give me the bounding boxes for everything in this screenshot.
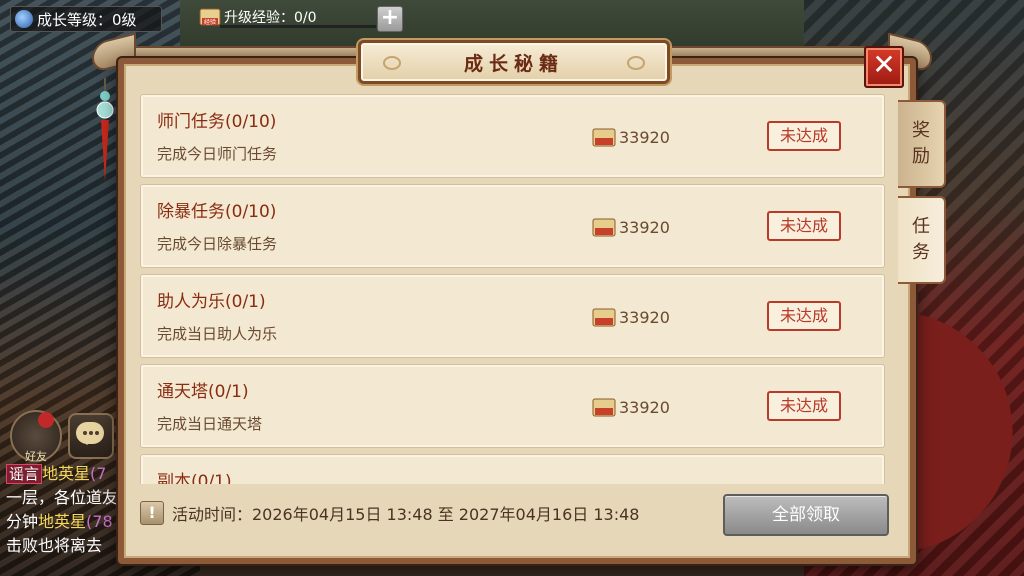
chat-log[interactable]: 谣言 地英星(7 一层，各位道友 分钟地英星(78 击败也将离去 xyxy=(6,462,126,558)
exp-amount: 33920 xyxy=(619,307,670,327)
chat-line: 击败也将离去 xyxy=(6,536,103,555)
close-button[interactable]: ✕ xyxy=(864,46,904,88)
exp-scroll-icon: 经验 xyxy=(199,8,221,26)
chat-line: 一层，各位道友 xyxy=(6,488,119,507)
growth-level-display: 成长等级：0级 xyxy=(10,6,162,32)
status-not-achieved-badge: 未达成 xyxy=(767,211,841,241)
status-not-achieved-badge: 未达成 xyxy=(767,391,841,421)
activity-time-label: 活动时间：2026年04月15日 13:48 至 2027年04月16日 13:… xyxy=(172,505,640,524)
chat-line: 谣言 地英星(7 xyxy=(6,462,126,486)
tab-tasks-char: 务 xyxy=(912,242,930,263)
task-exp-reward: 33920 xyxy=(591,215,670,239)
task-name: 通天塔(0/1) xyxy=(157,382,249,402)
exp-amount: 33920 xyxy=(619,127,670,147)
task-name: 助人为乐(0/1) xyxy=(157,292,266,312)
task-row: 助人为乐(0/1) 完成当日助人为乐 33920 未达成 xyxy=(140,274,885,358)
dialog-title-text: 成长秘籍 xyxy=(463,52,564,75)
dialog-title: 成长秘籍 xyxy=(358,40,670,84)
task-exp-reward: 33920 xyxy=(591,125,670,149)
exp-scroll-icon xyxy=(592,128,616,147)
task-row: 除暴任务(0/10) 完成今日除暴任务 33920 未达成 xyxy=(140,184,885,268)
task-description: 完成当日助人为乐 xyxy=(157,325,278,343)
upgrade-exp-label: 升级经验：0/0 xyxy=(224,10,317,26)
task-name: 师门任务(0/10) xyxy=(157,112,277,132)
task-list[interactable]: 师门任务(0/10) 完成今日师门任务 33920 未达成 除暴任务(0/10)… xyxy=(140,94,885,484)
status-not-achieved-badge: 未达成 xyxy=(767,301,841,331)
friends-button[interactable]: 好友 xyxy=(10,410,62,463)
task-description: 完成今日除暴任务 xyxy=(157,235,278,253)
tab-tasks-char: 任 xyxy=(912,216,930,237)
activity-time-info: ! 活动时间：2026年04月15日 13:48 至 2027年04月16日 1… xyxy=(140,501,639,525)
task-description: 完成当日通天塔 xyxy=(157,415,263,433)
exp-scroll-icon xyxy=(592,218,616,237)
chat-extra: (7 xyxy=(90,464,107,483)
jade-pendant-ornament xyxy=(96,78,114,182)
chat-text: 分钟 xyxy=(6,512,39,531)
cloud-ornament-icon xyxy=(627,56,645,70)
task-description: 完成今日师门任务 xyxy=(157,145,278,163)
tab-rewards-char: 奖 xyxy=(912,120,930,141)
chat-extra: (78 xyxy=(86,512,113,531)
chat-speaker: 地英星 xyxy=(42,464,91,483)
warning-icon: ! xyxy=(140,501,164,525)
task-name: 除暴任务(0/10) xyxy=(157,202,277,222)
exp-amount: 33920 xyxy=(619,397,670,417)
task-exp-reward: 33920 xyxy=(591,305,670,329)
chat-speaker: 地英星 xyxy=(38,512,87,531)
chat-channel-tag: 谣言 xyxy=(6,464,43,484)
chat-button[interactable] xyxy=(68,413,114,459)
chat-line: 分钟地英星(78 xyxy=(6,510,126,534)
tab-rewards[interactable]: 奖 励 xyxy=(898,100,946,188)
exp-amount: 33920 xyxy=(619,217,670,237)
svg-text:经验: 经验 xyxy=(204,18,216,26)
chat-dot xyxy=(83,431,87,435)
cloud-ornament-icon xyxy=(383,56,401,70)
task-row: 师门任务(0/10) 完成今日师门任务 33920 未达成 xyxy=(140,94,885,178)
upgrade-exp-display: 经验 升级经验：0/0 xyxy=(198,5,376,29)
task-exp-reward: 33920 xyxy=(591,395,670,419)
claim-all-button[interactable]: 全部领取 xyxy=(723,494,889,536)
exp-scroll-icon xyxy=(592,398,616,417)
tab-rewards-char: 励 xyxy=(912,146,930,167)
growth-level-label: 成长等级：0级 xyxy=(37,10,137,29)
chat-dot xyxy=(89,431,93,435)
chat-dot xyxy=(95,431,99,435)
task-name: 副本(0/1) xyxy=(157,472,232,484)
add-exp-button[interactable]: + xyxy=(377,6,403,32)
exp-progress-bar xyxy=(220,25,376,28)
task-row: 通天塔(0/1) 完成当日通天塔 33920 未达成 xyxy=(140,364,885,448)
status-not-achieved-badge: 未达成 xyxy=(767,121,841,151)
tab-tasks[interactable]: 任 务 xyxy=(898,196,946,284)
notification-dot xyxy=(38,412,54,428)
level-gourd-icon xyxy=(15,10,33,28)
exp-scroll-icon xyxy=(592,308,616,327)
task-row: 副本(0/1) xyxy=(140,454,885,484)
